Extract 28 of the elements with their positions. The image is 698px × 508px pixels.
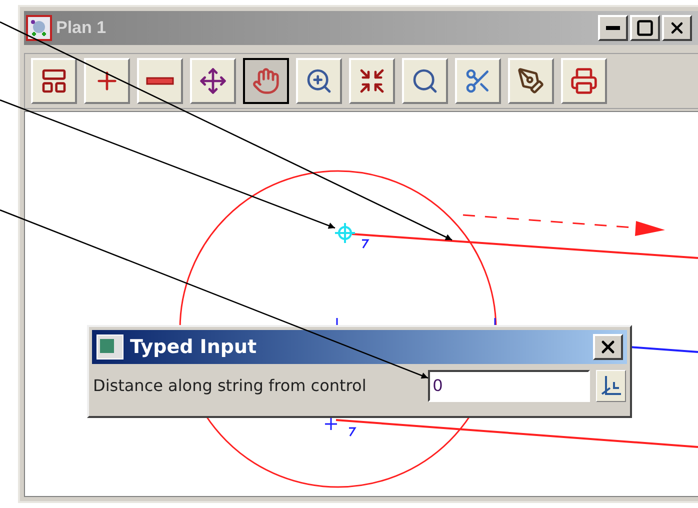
maximize-button[interactable] — [630, 15, 660, 41]
crosshair-icon — [334, 222, 356, 244]
tick-mark-icon — [324, 417, 356, 437]
distance-input[interactable]: 0 — [428, 370, 590, 402]
pick-button[interactable] — [596, 370, 626, 402]
magnifier-icon — [411, 67, 439, 95]
close-button[interactable] — [593, 334, 623, 360]
toolbar-button[interactable] — [243, 58, 289, 104]
minimize-button[interactable] — [598, 15, 628, 41]
minus-icon — [146, 77, 174, 85]
windows-icon — [40, 67, 68, 95]
maximize-icon — [636, 19, 654, 37]
window-icon — [96, 334, 124, 360]
pen-icon — [517, 67, 545, 95]
minimize-icon — [606, 26, 620, 30]
window-title: Plan 1 — [56, 17, 106, 40]
printer-icon — [570, 67, 598, 95]
field-label: Distance along string from control — [93, 375, 366, 397]
zoom-pan-icon — [199, 67, 227, 95]
close-button[interactable] — [662, 15, 692, 41]
dialog-title: Typed Input — [130, 334, 257, 360]
app-icon — [26, 15, 52, 41]
tick-mark-icon — [362, 239, 370, 248]
corner-icon — [600, 374, 622, 398]
zoom-in-icon — [305, 67, 333, 95]
hand-icon — [252, 67, 280, 95]
zoom-extent-icon — [358, 67, 386, 95]
string-line — [630, 346, 698, 353]
